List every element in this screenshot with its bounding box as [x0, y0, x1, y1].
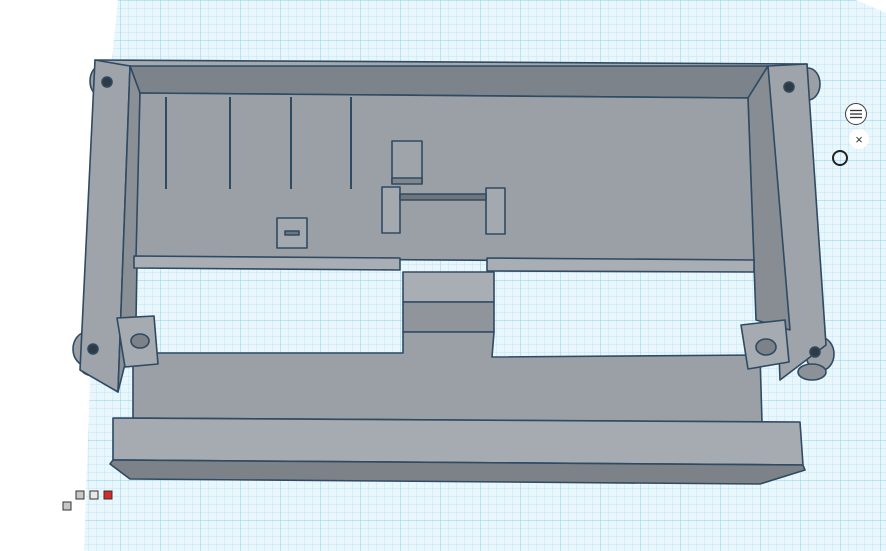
standoff-block: [485, 187, 506, 235]
circle-icon-glyph: [832, 150, 848, 166]
ledge-right: [486, 257, 755, 273]
circle-icon[interactable]: [831, 149, 849, 167]
corner-foot: [797, 363, 827, 381]
view-cube-face[interactable]: [62, 501, 72, 511]
view-cube-face[interactable]: [89, 490, 99, 500]
list-icon[interactable]: [845, 103, 867, 125]
center-neck-face: [402, 301, 495, 333]
list-icon-glyph: [850, 109, 862, 119]
front-bar-face: [109, 459, 806, 485]
mount-hole: [783, 81, 795, 93]
small-block-slot: [284, 230, 300, 236]
standoff-block: [381, 186, 401, 234]
3d-workplane-viewport[interactable]: [0, 0, 886, 551]
small-block-face: [391, 177, 423, 185]
small-block: [391, 140, 423, 184]
view-cube-face[interactable]: [75, 490, 85, 500]
front-bar-top: [112, 417, 804, 466]
boss-hole: [130, 333, 150, 349]
close-glyph: ×: [855, 131, 863, 147]
mount-hole: [101, 76, 113, 88]
mount-hole: [809, 346, 821, 358]
mount-hole: [87, 343, 99, 355]
floor-plate: [135, 92, 755, 263]
view-cube-face[interactable]: [103, 490, 113, 500]
close-icon[interactable]: ×: [849, 129, 869, 149]
boss-hole: [755, 338, 777, 356]
ledge-left: [133, 255, 401, 271]
center-neck-top: [402, 271, 495, 303]
window-cutout: [399, 193, 487, 201]
